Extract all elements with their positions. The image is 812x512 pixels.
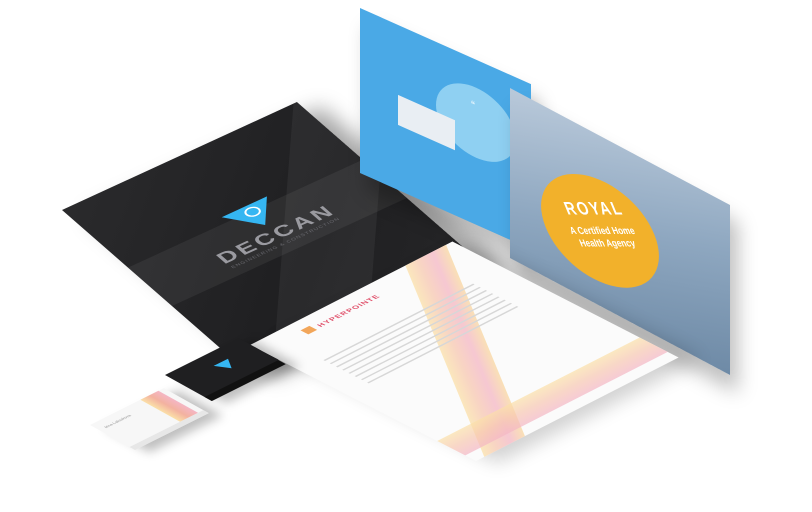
- card-logo-icon: [213, 358, 239, 372]
- white-business-card-stack: Irina Laksakova: [90, 388, 209, 450]
- stationery-mockup-scene: DECCAN ENGINEERING & CONSTRUCTION Projec…: [0, 0, 812, 512]
- quote-mark: “: [471, 97, 475, 114]
- letterhead-brand: HYPERPOINTE: [315, 293, 383, 328]
- open-brochure: “ ROYAL A Certified Home Health Agency: [360, 8, 760, 375]
- hyperpointe-mark-icon: [300, 325, 318, 335]
- card-name: Irina Laksakova: [102, 413, 133, 429]
- brochure-left-page: “: [360, 8, 531, 250]
- card-color-stripe: [140, 390, 198, 422]
- business-card-stacks: Irina Laksakova: [90, 338, 310, 505]
